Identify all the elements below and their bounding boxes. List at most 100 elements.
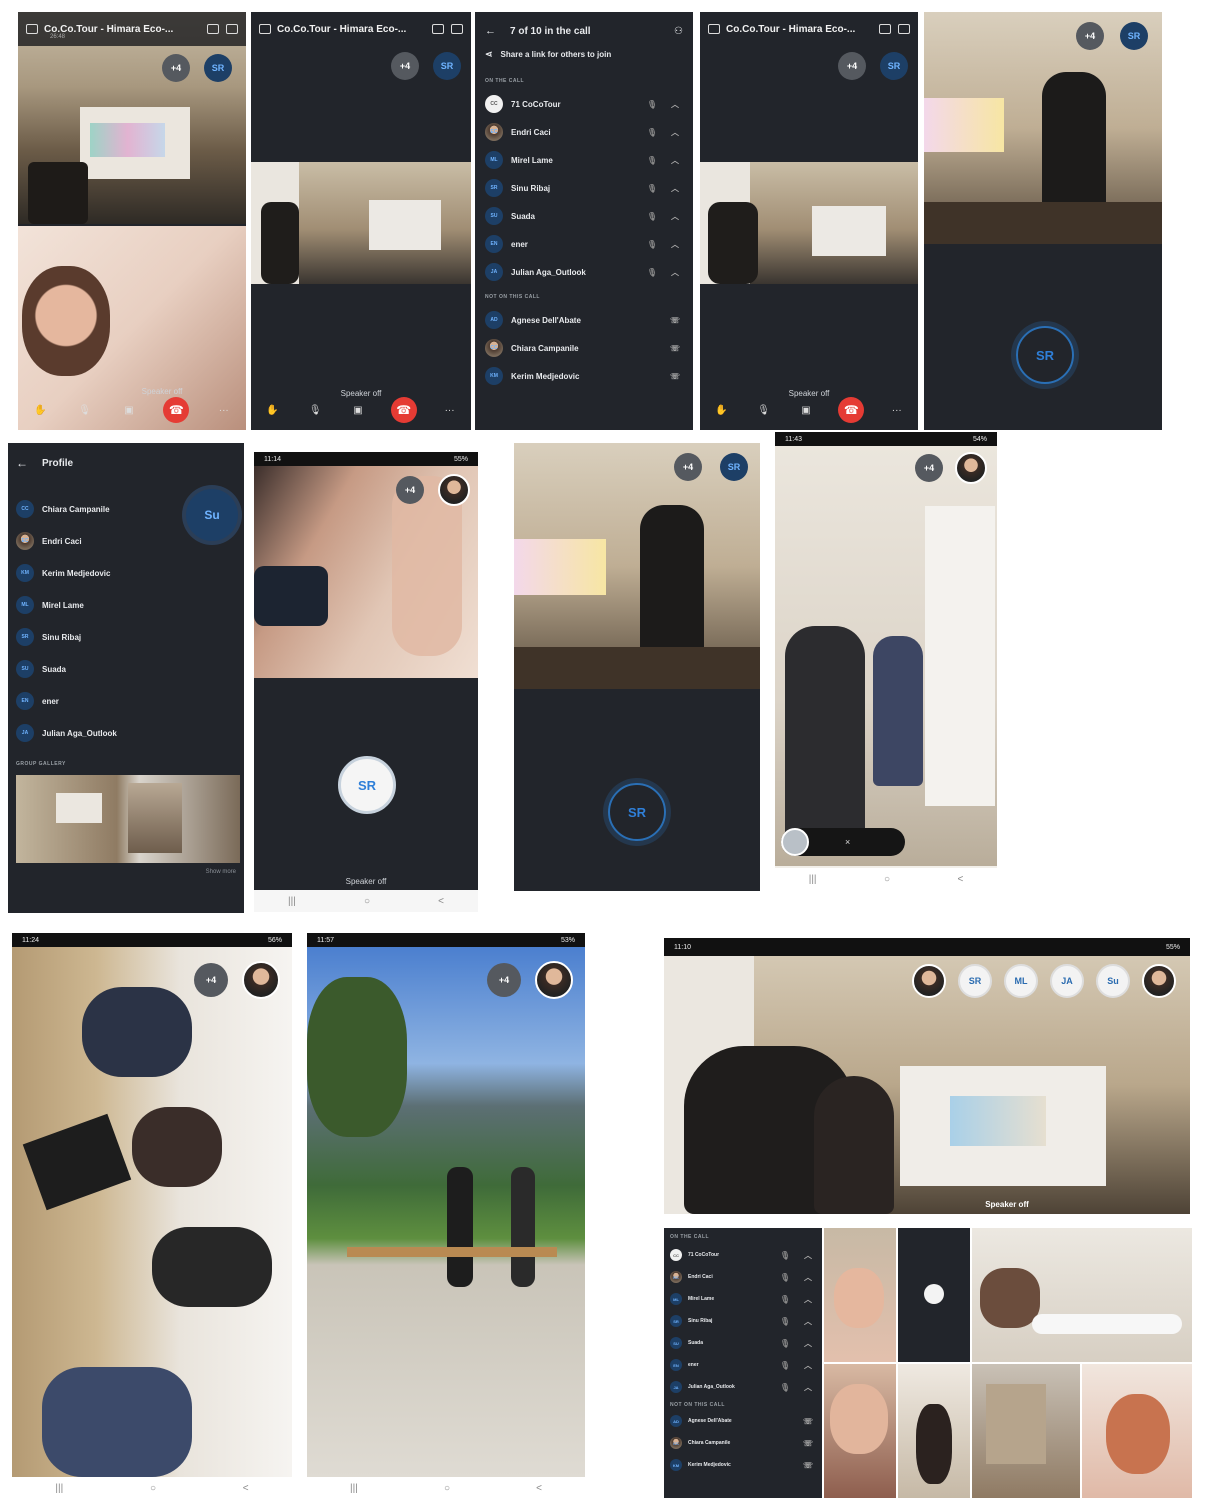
expand-chevron-icon[interactable]: ︿ xyxy=(800,1250,816,1261)
self-bubble[interactable]: SR xyxy=(880,52,908,80)
call-icon[interactable]: ☏ xyxy=(667,344,683,353)
on-call-row[interactable]: CC 71 CoCoTour 🎙 ︿ xyxy=(485,90,683,118)
home-icon[interactable]: ○ xyxy=(444,1483,450,1494)
self-bubble[interactable]: SR xyxy=(720,453,748,481)
call-icon[interactable]: ☏ xyxy=(800,1439,816,1448)
on-call-row[interactable]: SU Suada 🎙 ︿ xyxy=(485,202,683,230)
home-icon[interactable]: ○ xyxy=(884,874,890,885)
profile-member-row[interactable]: KM Kerim Medjedovic xyxy=(16,557,236,589)
more-participants-bubble[interactable]: +4 xyxy=(674,453,702,481)
profile-member-row[interactable]: ML Mirel Lame xyxy=(16,589,236,621)
participant-bubble[interactable]: ML xyxy=(1004,964,1038,998)
self-preview-pill[interactable]: × xyxy=(781,828,905,856)
more-participants-bubble[interactable]: +4 xyxy=(915,454,943,482)
call-icon[interactable]: ☏ xyxy=(667,316,683,325)
more-participants-bubble[interactable]: +4 xyxy=(391,52,419,80)
not-on-call-row[interactable]: AD Agnese Dell'Abate ☏ xyxy=(485,306,683,334)
back-arrow-icon[interactable]: ← xyxy=(16,456,28,470)
hang-up-button[interactable]: ☎ xyxy=(390,397,417,423)
on-call-row[interactable]: EC Endri Caci 🎙 ︿ xyxy=(485,118,683,146)
participant-bubble[interactable]: Su xyxy=(186,489,238,541)
expand-chevron-icon[interactable]: ︿ xyxy=(800,1316,816,1327)
recent-apps-icon[interactable]: ||| xyxy=(55,1483,63,1494)
on-call-row[interactable]: JA Julian Aga_Outlook 🎙 ︿ xyxy=(670,1376,816,1398)
chat-icon[interactable] xyxy=(259,24,271,34)
self-bubble[interactable]: SR xyxy=(433,52,461,80)
add-person-icon[interactable] xyxy=(898,24,910,34)
on-call-row[interactable]: EN ener 🎙 ︿ xyxy=(670,1354,816,1376)
grid-icon[interactable] xyxy=(432,24,444,34)
more-options-icon[interactable]: ··· xyxy=(214,400,234,420)
expand-chevron-icon[interactable]: ︿ xyxy=(667,99,683,110)
on-call-row[interactable]: ML Mirel Lame 🎙 ︿ xyxy=(485,146,683,174)
expand-chevron-icon[interactable]: ︿ xyxy=(667,211,683,222)
expand-chevron-icon[interactable]: ︿ xyxy=(800,1294,816,1305)
profile-member-row[interactable]: SU Suada xyxy=(16,653,236,685)
home-icon[interactable]: ○ xyxy=(150,1483,156,1494)
add-person-icon[interactable]: ⚇ xyxy=(674,26,683,37)
mic-off-icon[interactable]: 🎙 xyxy=(305,400,325,420)
expand-chevron-icon[interactable]: ︿ xyxy=(667,183,683,194)
mic-off-icon[interactable]: 🎙 xyxy=(754,400,774,420)
recent-apps-icon[interactable]: ||| xyxy=(350,1483,358,1494)
on-call-row[interactable]: JA Julian Aga_Outlook 🎙 ︿ xyxy=(485,258,683,286)
add-person-icon[interactable] xyxy=(226,24,238,34)
back-icon[interactable]: < xyxy=(438,896,444,907)
group-gallery-image[interactable] xyxy=(16,775,240,863)
participant-avatar[interactable] xyxy=(242,961,280,999)
participant-bubble[interactable]: SR xyxy=(958,964,992,998)
not-on-call-row[interactable]: KM Kerim Medjedovic ☏ xyxy=(670,1454,816,1476)
expand-chevron-icon[interactable]: ︿ xyxy=(800,1382,816,1393)
participant-avatar[interactable] xyxy=(438,474,470,506)
participant-avatar[interactable] xyxy=(955,452,987,484)
back-icon[interactable]: < xyxy=(536,1483,542,1494)
more-participants-bubble[interactable]: +4 xyxy=(1076,22,1104,50)
on-call-row[interactable]: EN ener 🎙 ︿ xyxy=(485,230,683,258)
more-participants-bubble[interactable]: +4 xyxy=(838,52,866,80)
more-participants-bubble[interactable]: +4 xyxy=(162,54,190,82)
chat-icon[interactable] xyxy=(26,24,38,34)
expand-chevron-icon[interactable]: ︿ xyxy=(800,1338,816,1349)
home-icon[interactable]: ○ xyxy=(364,896,370,907)
more-participants-bubble[interactable]: +4 xyxy=(194,963,228,997)
not-on-call-row[interactable]: CC Chiara Campanile ☏ xyxy=(485,334,683,362)
on-call-row[interactable]: ML Mirel Lame 🎙 ︿ xyxy=(670,1288,816,1310)
expand-chevron-icon[interactable]: ︿ xyxy=(800,1272,816,1283)
more-participants-bubble[interactable]: +4 xyxy=(396,476,424,504)
back-arrow-icon[interactable]: ← xyxy=(485,25,496,37)
close-preview-icon[interactable]: × xyxy=(845,837,850,847)
camera-icon[interactable]: ▣ xyxy=(119,400,139,420)
reaction-icon[interactable]: ✋ xyxy=(262,400,282,420)
expand-chevron-icon[interactable]: ︿ xyxy=(667,239,683,250)
on-call-row[interactable]: SR Sinu Ribaj 🎙 ︿ xyxy=(670,1310,816,1332)
share-link-row[interactable]: ⋖ Share a link for others to join xyxy=(485,42,683,66)
on-call-row[interactable]: SU Suada 🎙 ︿ xyxy=(670,1332,816,1354)
reaction-icon[interactable]: ✋ xyxy=(711,400,731,420)
more-participants-bubble[interactable]: +4 xyxy=(487,963,521,997)
expand-chevron-icon[interactable]: ︿ xyxy=(667,155,683,166)
call-icon[interactable]: ☏ xyxy=(667,372,683,381)
participant-avatar[interactable] xyxy=(912,964,946,998)
back-icon[interactable]: < xyxy=(243,1483,249,1494)
recent-apps-icon[interactable]: ||| xyxy=(288,896,296,907)
on-call-row[interactable]: CC 71 CoCoTour 🎙 ︿ xyxy=(670,1244,816,1266)
call-icon[interactable]: ☏ xyxy=(800,1417,816,1426)
participant-avatar[interactable] xyxy=(535,961,573,999)
more-options-icon[interactable]: ··· xyxy=(440,400,460,420)
participant-bubble[interactable]: JA xyxy=(1050,964,1084,998)
not-on-call-row[interactable]: KM Kerim Medjedovic ☏ xyxy=(485,362,683,390)
hang-up-button[interactable]: ☎ xyxy=(838,397,865,423)
profile-member-row[interactable]: SR Sinu Ribaj xyxy=(16,621,236,653)
profile-member-row[interactable]: EN ener xyxy=(16,685,236,717)
back-icon[interactable]: < xyxy=(957,874,963,885)
camera-icon[interactable]: ▣ xyxy=(348,400,368,420)
on-call-row[interactable]: SR Sinu Ribaj 🎙 ︿ xyxy=(485,174,683,202)
expand-chevron-icon[interactable]: ︿ xyxy=(800,1360,816,1371)
expand-chevron-icon[interactable]: ︿ xyxy=(667,267,683,278)
more-options-icon[interactable]: ··· xyxy=(887,400,907,420)
not-on-call-row[interactable]: AD Agnese Dell'Abate ☏ xyxy=(670,1410,816,1432)
show-more-link[interactable]: Show more xyxy=(16,869,236,875)
profile-member-row[interactable]: JA Julian Aga_Outlook xyxy=(16,717,236,749)
on-call-row[interactable]: EC Endri Caci 🎙 ︿ xyxy=(670,1266,816,1288)
expand-chevron-icon[interactable]: ︿ xyxy=(667,127,683,138)
